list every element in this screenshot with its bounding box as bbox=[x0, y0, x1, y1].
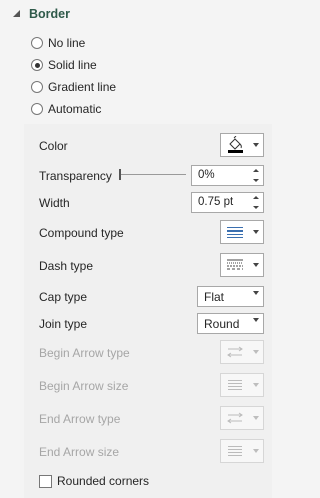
radio-automatic[interactable]: Automatic bbox=[31, 101, 101, 117]
width-value[interactable]: 0.75 pt bbox=[198, 196, 233, 208]
end-arrow-size-dropdown bbox=[220, 439, 264, 463]
radio-no-line[interactable]: No line bbox=[31, 35, 85, 51]
chevron-down-icon bbox=[249, 374, 263, 396]
radio-button-checked[interactable] bbox=[31, 59, 43, 71]
rounded-corners-option[interactable]: Rounded corners bbox=[39, 473, 149, 489]
chevron-down-icon bbox=[249, 134, 263, 156]
border-section-header[interactable]: Border bbox=[12, 6, 70, 22]
transparency-spinbox[interactable]: 0% bbox=[191, 165, 264, 186]
color-label: Color bbox=[39, 139, 68, 153]
width-spinbox[interactable]: 0.75 pt bbox=[191, 192, 264, 213]
chevron-down-icon bbox=[249, 254, 263, 276]
cap-type-label: Cap type bbox=[39, 290, 88, 304]
chevron-down-icon bbox=[249, 440, 263, 462]
chevron-down-icon bbox=[249, 407, 263, 429]
end-arrow-type-dropdown bbox=[220, 406, 264, 430]
radio-button[interactable] bbox=[31, 37, 43, 49]
radio-button[interactable] bbox=[31, 81, 43, 93]
border-color-dropdown[interactable] bbox=[220, 133, 264, 157]
compound-lines-icon bbox=[221, 221, 249, 243]
spin-up-icon[interactable] bbox=[249, 193, 263, 203]
chevron-down-icon bbox=[249, 341, 263, 363]
cap-type-dropdown[interactable]: Flat bbox=[197, 286, 264, 309]
radio-gradient-line[interactable]: Gradient line bbox=[31, 79, 116, 95]
radio-label: Solid line bbox=[48, 58, 97, 72]
rounded-corners-checkbox[interactable] bbox=[39, 474, 52, 488]
begin-arrow-size-dropdown bbox=[220, 373, 264, 397]
radio-label: No line bbox=[48, 36, 86, 50]
chevron-down-icon bbox=[253, 291, 259, 309]
join-type-dropdown[interactable]: Round bbox=[197, 313, 264, 336]
radio-label: Gradient line bbox=[48, 80, 117, 94]
chevron-down-icon bbox=[249, 221, 263, 243]
rounded-corners-label: Rounded corners bbox=[57, 474, 150, 488]
transparency-label: Transparency bbox=[39, 169, 112, 183]
radio-button[interactable] bbox=[31, 103, 43, 115]
paint-bucket-icon bbox=[221, 134, 249, 156]
dash-type-label: Dash type bbox=[39, 259, 94, 273]
width-label: Width bbox=[39, 196, 70, 210]
transparency-value[interactable]: 0% bbox=[198, 169, 215, 181]
transparency-slider-track[interactable] bbox=[120, 174, 186, 175]
join-type-label: Join type bbox=[39, 317, 88, 331]
spin-up-icon[interactable] bbox=[249, 166, 263, 176]
begin-arrow-size-label: Begin Arrow size bbox=[39, 379, 129, 393]
cap-type-value: Flat bbox=[204, 290, 225, 304]
spin-down-icon[interactable] bbox=[249, 176, 263, 186]
end-arrow-size-label: End Arrow size bbox=[39, 445, 120, 459]
collapse-triangle-icon[interactable] bbox=[12, 9, 22, 19]
radio-solid-line[interactable]: Solid line bbox=[31, 57, 97, 73]
arrow-type-icon bbox=[221, 407, 249, 429]
arrow-size-icon bbox=[221, 440, 249, 462]
transparency-slider-thumb[interactable] bbox=[119, 169, 121, 180]
arrow-size-icon bbox=[221, 374, 249, 396]
chevron-down-icon bbox=[253, 318, 259, 336]
end-arrow-type-label: End Arrow type bbox=[39, 412, 121, 426]
radio-label: Automatic bbox=[48, 102, 102, 116]
join-type-value: Round bbox=[204, 317, 240, 331]
dash-lines-icon bbox=[221, 254, 249, 276]
format-border-pane: Border No line Solid line Gradient line … bbox=[0, 0, 290, 498]
section-title: Border bbox=[29, 7, 70, 21]
spin-down-icon[interactable] bbox=[249, 203, 263, 213]
begin-arrow-type-label: Begin Arrow type bbox=[39, 346, 130, 360]
compound-type-label: Compound type bbox=[39, 226, 124, 240]
arrow-type-icon bbox=[221, 341, 249, 363]
begin-arrow-type-dropdown bbox=[220, 340, 264, 364]
dash-type-dropdown[interactable] bbox=[220, 253, 264, 277]
compound-type-dropdown[interactable] bbox=[220, 220, 264, 244]
